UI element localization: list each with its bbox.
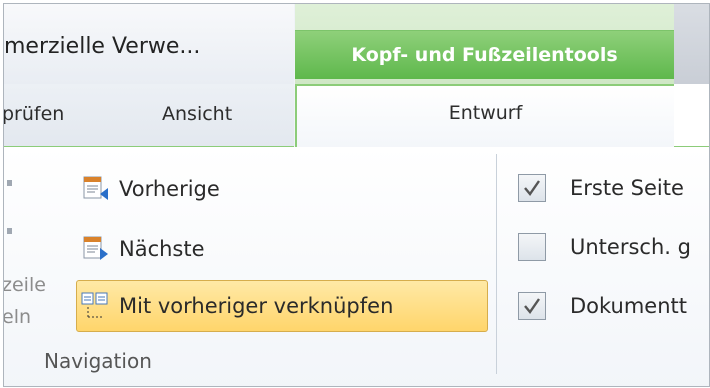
tab-design[interactable]: Entwurf xyxy=(295,84,676,150)
header-footer-small-icon xyxy=(7,180,12,186)
tab-strip-right xyxy=(674,84,709,147)
title-bar: merzielle Verwe... xyxy=(4,4,294,84)
different-odd-even-label: Untersch. g xyxy=(570,235,691,259)
ribbon-window: merzielle Verwe... Kopf- und Fußzeilento… xyxy=(3,3,710,387)
document-title: merzielle Verwe... xyxy=(4,34,201,59)
contextual-tab-group-label: Kopf- und Fußzeilentools xyxy=(351,44,618,66)
check-icon xyxy=(524,298,540,314)
first-page-checkbox[interactable] xyxy=(518,174,546,202)
tab-view[interactable]: Ansicht xyxy=(162,103,232,125)
document-text-checkbox[interactable] xyxy=(518,292,546,320)
tab-review[interactable]: prüfen xyxy=(4,103,64,125)
navigation-group-label: Navigation xyxy=(44,349,152,373)
header-footer-small-icon-2 xyxy=(7,228,12,234)
previous-section-button[interactable]: Vorherige xyxy=(80,170,220,208)
check-icon xyxy=(524,180,540,196)
first-page-label: Erste Seite xyxy=(570,176,684,200)
previous-section-label: Vorherige xyxy=(119,177,220,201)
link-to-previous-icon xyxy=(80,291,110,321)
group-separator xyxy=(496,154,497,374)
link-to-previous-label: Mit vorheriger verknüpfen xyxy=(119,294,394,318)
previous-section-icon xyxy=(80,174,110,204)
left-group-label-line1: zeile xyxy=(3,274,46,296)
next-section-icon xyxy=(80,234,110,264)
contextual-tab-group-title: Kopf- und Fußzeilentools xyxy=(295,30,674,79)
link-to-previous-button[interactable]: Mit vorheriger verknüpfen xyxy=(80,287,393,325)
left-group-label-line2: eln xyxy=(3,306,32,328)
next-section-button[interactable]: Nächste xyxy=(80,230,205,268)
different-odd-even-checkbox[interactable] xyxy=(518,233,546,261)
title-bar-right xyxy=(674,4,709,84)
next-section-label: Nächste xyxy=(119,237,205,261)
tab-design-label: Entwurf xyxy=(448,102,523,124)
document-text-label: Dokumentt xyxy=(570,294,687,318)
